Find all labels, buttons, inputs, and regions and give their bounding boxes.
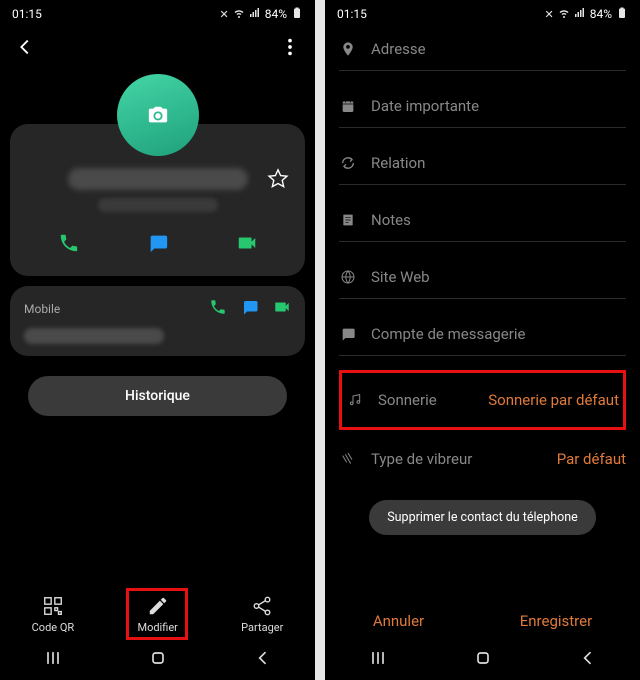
call-icon[interactable] (58, 232, 80, 258)
status-battery: 84% (265, 7, 287, 21)
qr-code-button[interactable]: Code QR (32, 595, 75, 634)
system-nav-bar (325, 640, 640, 680)
save-button[interactable]: Enregistrer (520, 612, 592, 630)
field-address[interactable]: Adresse (339, 28, 626, 71)
back-button[interactable] (253, 648, 273, 672)
home-button[interactable] (473, 648, 493, 672)
back-icon[interactable] (14, 36, 36, 62)
message-icon[interactable] (241, 298, 259, 320)
field-email[interactable]: Compte de messagerie (339, 313, 626, 356)
vibration-icon (339, 451, 357, 467)
field-notes[interactable]: Notes (339, 199, 626, 242)
qr-icon (42, 595, 64, 617)
share-icon (251, 595, 273, 617)
battery-icon (291, 7, 303, 22)
field-relation[interactable]: Relation (339, 142, 626, 185)
relation-icon (339, 155, 357, 171)
call-icon[interactable] (209, 298, 227, 320)
wifi-icon (558, 7, 570, 22)
status-time: 01:15 (337, 7, 367, 21)
notes-icon (339, 212, 357, 228)
recents-button[interactable] (368, 648, 388, 672)
calendar-icon (339, 98, 357, 114)
contact-name-redacted (68, 168, 248, 190)
field-date[interactable]: Date importante (339, 85, 626, 128)
globe-icon (339, 269, 357, 285)
system-nav-bar (0, 640, 315, 680)
tutorial-highlight-ringtone: Sonnerie Sonnerie par défaut (339, 370, 626, 430)
phone-type-label: Mobile (24, 302, 60, 316)
history-button[interactable]: Historique (28, 376, 287, 416)
status-indicators: ✕ 84% (545, 7, 629, 22)
contact-avatar[interactable] (117, 74, 199, 156)
edit-button[interactable]: Modifier (137, 595, 177, 634)
back-button[interactable] (578, 648, 598, 672)
cancel-button[interactable]: Annuler (373, 612, 424, 630)
field-ringtone[interactable]: Sonnerie Sonnerie par défaut (346, 379, 619, 421)
field-vibration[interactable]: Type de vibreur Par défaut (339, 438, 626, 480)
status-bar: 01:15 ✕ 84% (325, 0, 640, 28)
battery-icon (616, 7, 628, 22)
camera-icon (147, 104, 169, 126)
signal-icon (249, 7, 261, 22)
signal-icon (574, 7, 586, 22)
status-indicators: ✕ 84% (220, 7, 304, 22)
share-button[interactable]: Partager (241, 595, 283, 634)
field-website[interactable]: Site Web (339, 256, 626, 299)
phone-number-card: Mobile (10, 286, 305, 356)
edit-actions: Annuler Enregistrer (325, 594, 640, 640)
home-button[interactable] (148, 648, 168, 672)
delete-contact-button[interactable]: Supprimer le contact du télephone (369, 500, 596, 535)
mute-icon: ✕ (545, 8, 554, 21)
favorite-icon[interactable] (267, 168, 289, 194)
message-icon[interactable] (147, 232, 169, 258)
contact-edit-screen: 01:15 ✕ 84% Adresse Date importante Rela… (325, 0, 640, 680)
chat-icon (339, 326, 357, 342)
pin-icon (339, 41, 357, 57)
mute-icon: ✕ (220, 8, 229, 21)
contact-view-screen: 01:15 ✕ 84% (0, 0, 315, 680)
status-time: 01:15 (12, 7, 42, 21)
more-icon[interactable] (279, 36, 301, 62)
phone-number-redacted (24, 328, 164, 344)
wifi-icon (233, 7, 245, 22)
status-battery: 84% (590, 7, 612, 21)
contact-number-redacted (98, 198, 218, 212)
bottom-toolbar: Code QR Modifier Partager (0, 587, 315, 640)
video-icon[interactable] (273, 298, 291, 320)
video-icon[interactable] (236, 232, 258, 258)
status-bar: 01:15 ✕ 84% (0, 0, 315, 28)
ringtone-icon (346, 392, 364, 408)
pencil-icon (147, 595, 169, 617)
recents-button[interactable] (43, 648, 63, 672)
